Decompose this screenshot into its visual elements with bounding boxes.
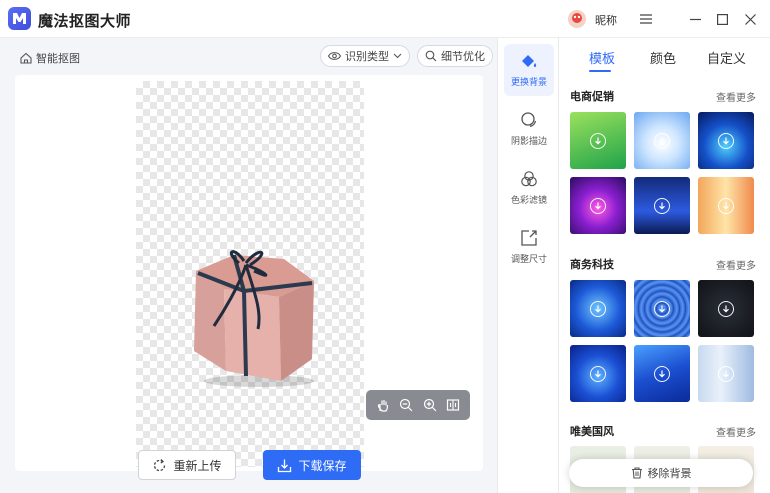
- trash-icon: [631, 467, 642, 479]
- color-filter-icon: [521, 171, 537, 187]
- recognize-type-label: 识别类型: [345, 50, 389, 63]
- view-more-link[interactable]: 查看更多: [716, 257, 756, 272]
- download-icon: [654, 197, 670, 214]
- rail-item-shadow-stroke[interactable]: 阴影描边: [504, 103, 554, 155]
- template-thumb[interactable]: [698, 345, 754, 402]
- title-bar: 魔法抠图大师 昵称: [0, 0, 770, 38]
- tab-color[interactable]: 颜色: [650, 48, 676, 67]
- download-icon: [718, 197, 734, 214]
- hand-icon[interactable]: [374, 396, 392, 414]
- home-icon: [20, 52, 32, 64]
- download-icon: [718, 365, 734, 382]
- recognize-type-select[interactable]: 识别类型: [320, 45, 410, 67]
- download-icon: [654, 300, 670, 317]
- remove-background-button[interactable]: 移除背景: [569, 459, 753, 487]
- breadcrumb-label: 智能抠图: [36, 52, 80, 65]
- view-more-link[interactable]: 查看更多: [716, 89, 756, 104]
- download-icon: [718, 132, 734, 149]
- menu-icon[interactable]: [636, 9, 656, 29]
- breadcrumb[interactable]: 智能抠图: [20, 50, 80, 66]
- template-tabs: 模板 颜色 自定义: [559, 38, 770, 74]
- zoom-toolbar: [366, 390, 470, 420]
- download-icon: [590, 132, 606, 149]
- resize-icon: [521, 230, 537, 246]
- download-icon: [590, 300, 606, 317]
- view-more-link[interactable]: 查看更多: [716, 424, 756, 439]
- app-title: 魔法抠图大师: [38, 12, 132, 30]
- template-thumb[interactable]: [570, 280, 626, 337]
- rail-item-color-filter[interactable]: 色彩滤镜: [504, 162, 554, 214]
- chevron-down-icon: [393, 53, 402, 59]
- download-icon: [278, 459, 292, 472]
- template-thumb[interactable]: [570, 345, 626, 402]
- minimize-icon[interactable]: [685, 9, 705, 29]
- tab-template[interactable]: 模板: [589, 48, 615, 67]
- download-icon: [654, 132, 670, 149]
- refresh-icon: [154, 458, 166, 471]
- download-label: 下载保存: [298, 458, 347, 473]
- tool-rail: 更换背景 阴影描边 色彩滤镜 调整尺寸: [497, 38, 559, 493]
- app-logo-icon: [8, 7, 31, 30]
- reupload-label: 重新上传: [173, 458, 222, 473]
- template-thumb[interactable]: [698, 177, 754, 234]
- editor-panel: 智能抠图 识别类型 细节优化 重新上传 下载保存: [0, 38, 497, 493]
- section-title: 电商促销: [570, 90, 614, 103]
- paint-bucket-icon: [522, 55, 537, 67]
- template-thumb[interactable]: [634, 280, 690, 337]
- section-title: 唯美国风: [570, 425, 614, 438]
- reupload-button[interactable]: 重新上传: [138, 450, 236, 480]
- compare-icon[interactable]: [444, 396, 462, 414]
- avatar[interactable]: [568, 10, 586, 28]
- zoom-in-icon[interactable]: [421, 396, 439, 414]
- eye-icon: [328, 52, 341, 60]
- template-thumb[interactable]: [634, 112, 690, 169]
- nickname[interactable]: 昵称: [595, 12, 617, 28]
- refine-label: 细节优化: [441, 50, 485, 63]
- close-icon[interactable]: [740, 9, 760, 29]
- template-thumb[interactable]: [634, 177, 690, 234]
- zoom-out-icon[interactable]: [397, 396, 415, 414]
- remove-background-label: 移除背景: [647, 467, 692, 480]
- download-button[interactable]: 下载保存: [263, 450, 361, 480]
- gift-box-image: [194, 250, 314, 387]
- transparent-canvas[interactable]: [136, 81, 364, 467]
- shadow-circle-icon: [521, 112, 537, 128]
- tab-custom[interactable]: 自定义: [707, 48, 746, 67]
- template-thumb[interactable]: [698, 280, 754, 337]
- template-thumb[interactable]: [634, 345, 690, 402]
- template-thumb[interactable]: [698, 112, 754, 169]
- download-icon: [590, 365, 606, 382]
- download-icon: [654, 365, 670, 382]
- rail-label: 更换背景: [510, 78, 547, 88]
- rail-label: 色彩滤镜: [510, 196, 547, 206]
- download-icon: [590, 197, 606, 214]
- canvas: [15, 75, 483, 471]
- rail-item-resize[interactable]: 调整尺寸: [504, 221, 554, 273]
- rail-label: 调整尺寸: [510, 255, 547, 265]
- maximize-icon[interactable]: [712, 9, 732, 29]
- rail-item-change-background[interactable]: 更换背景: [504, 44, 554, 96]
- refine-button[interactable]: 细节优化: [417, 45, 493, 67]
- template-panel: 模板 颜色 自定义 电商促销 查看更多 商务科技 查看更多 唯美国风 查看更多 …: [559, 38, 770, 493]
- active-tab-indicator: [589, 70, 611, 72]
- section-title: 商务科技: [570, 258, 614, 271]
- template-thumb[interactable]: [570, 177, 626, 234]
- template-thumb[interactable]: [570, 112, 626, 169]
- rail-label: 阴影描边: [510, 137, 547, 147]
- magnifier-icon: [425, 50, 437, 62]
- download-icon: [718, 300, 734, 317]
